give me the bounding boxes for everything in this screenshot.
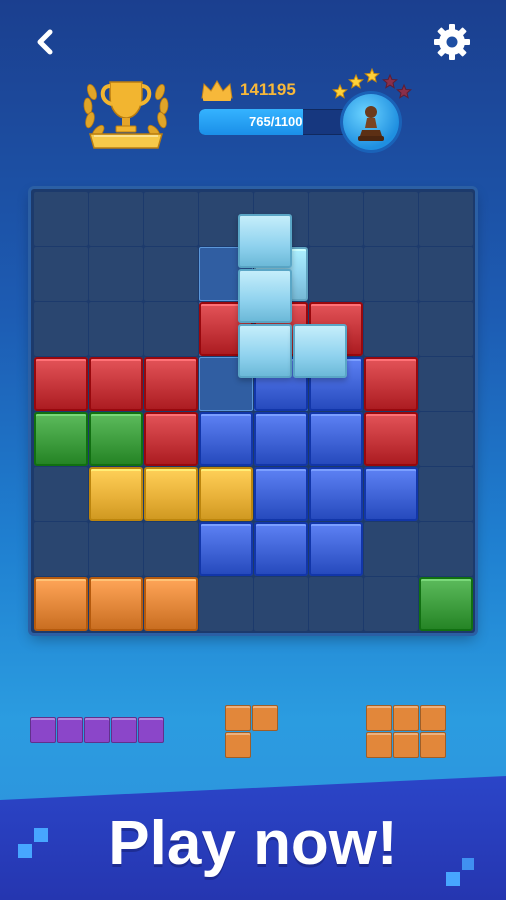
board-cell[interactable] [34, 302, 88, 356]
board-cell[interactable] [419, 192, 473, 246]
placed-block [364, 467, 418, 521]
placed-block [144, 467, 198, 521]
piece-block [30, 717, 56, 743]
board-cell[interactable] [364, 302, 418, 356]
board-cell[interactable] [144, 302, 198, 356]
placed-block [144, 577, 198, 631]
board-cell[interactable] [89, 192, 143, 246]
star-filled-icon [364, 67, 380, 83]
board-cell[interactable] [34, 192, 88, 246]
board-cell[interactable] [419, 247, 473, 301]
board-cell[interactable] [419, 412, 473, 466]
board-cell[interactable] [419, 467, 473, 521]
piece-block [366, 732, 392, 758]
placed-block [199, 522, 253, 576]
board-cell[interactable] [144, 192, 198, 246]
piece-block [84, 717, 110, 743]
board-cell[interactable] [89, 522, 143, 576]
piece-block [393, 705, 419, 731]
placed-block [89, 412, 143, 466]
placed-block [254, 467, 308, 521]
settings-button[interactable] [430, 20, 474, 64]
placed-block [89, 577, 143, 631]
placed-block [254, 522, 308, 576]
board-cell[interactable] [34, 247, 88, 301]
placed-block [144, 412, 198, 466]
piece-block [111, 717, 137, 743]
piece-block [225, 705, 251, 731]
board-cell[interactable] [199, 577, 253, 631]
placed-block [419, 577, 473, 631]
placed-block [199, 467, 253, 521]
placed-block [34, 577, 88, 631]
star-empty-icon [396, 83, 412, 99]
placed-block [144, 357, 198, 411]
board-cell[interactable] [309, 247, 363, 301]
play-now-button[interactable]: Play now! [0, 808, 506, 879]
progress-text: 765/1100 [249, 114, 303, 129]
piece-block [252, 705, 278, 731]
dragged-piece-block[interactable] [292, 324, 347, 378]
placed-block [89, 467, 143, 521]
board-cell[interactable] [364, 577, 418, 631]
level-progress-bar: 765/1100 [199, 109, 349, 135]
board-cell[interactable] [34, 467, 88, 521]
piece-block [420, 732, 446, 758]
star-empty-icon [382, 73, 398, 89]
placed-block [309, 467, 363, 521]
rank-badge[interactable] [343, 94, 399, 150]
placed-block [199, 412, 253, 466]
dragged-piece-block[interactable] [237, 214, 292, 268]
board-cell[interactable] [364, 522, 418, 576]
placed-block [89, 357, 143, 411]
piece-block [393, 732, 419, 758]
gear-icon [434, 24, 470, 60]
placed-block [309, 522, 363, 576]
board-cell[interactable] [419, 302, 473, 356]
placed-block [364, 412, 418, 466]
board-cell[interactable] [309, 577, 363, 631]
placed-block [34, 357, 88, 411]
trophy-icon[interactable] [80, 72, 172, 158]
board-cell[interactable] [364, 247, 418, 301]
placed-block [34, 412, 88, 466]
placed-block [364, 357, 418, 411]
placed-block [254, 412, 308, 466]
game-board[interactable] [31, 189, 475, 633]
piece-block [225, 732, 251, 758]
board-cell[interactable] [144, 247, 198, 301]
piece-block [366, 705, 392, 731]
piece-block [57, 717, 83, 743]
board-cell[interactable] [364, 192, 418, 246]
dragged-piece-block[interactable] [237, 269, 292, 323]
back-button[interactable] [26, 22, 66, 62]
board-cell[interactable] [254, 577, 308, 631]
board-cell[interactable] [89, 247, 143, 301]
dragged-piece-block[interactable] [237, 324, 292, 378]
score-value: 141195 [240, 80, 296, 99]
piece-block [420, 705, 446, 731]
star-filled-icon [348, 73, 364, 89]
chess-pawn-icon [358, 106, 384, 141]
board-cell[interactable] [419, 522, 473, 576]
board-cell[interactable] [34, 522, 88, 576]
crown-icon [200, 78, 234, 102]
chevron-left-icon [37, 29, 53, 55]
board-cell[interactable] [309, 192, 363, 246]
board-cell[interactable] [419, 357, 473, 411]
placed-block [309, 412, 363, 466]
piece-block [138, 717, 164, 743]
board-cell[interactable] [144, 522, 198, 576]
board-cell[interactable] [89, 302, 143, 356]
